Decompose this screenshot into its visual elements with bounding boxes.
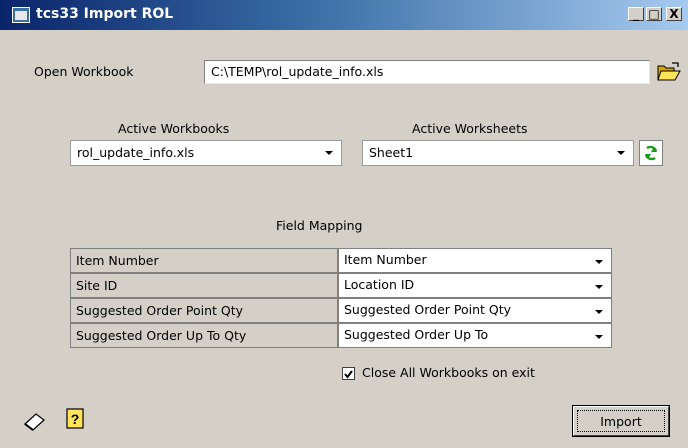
mapping-select-value: Item Number [344,252,427,267]
open-workbook-label: Open Workbook [34,64,134,79]
field-mapping-title: Field Mapping [276,218,363,233]
mapping-row: Suggested Order Point Qty Suggested Orde… [70,298,612,323]
mapping-select-value: Location ID [344,277,415,292]
close-all-checkbox[interactable] [342,367,355,380]
chevron-down-icon[interactable] [591,303,607,319]
active-workbooks-value: rol_update_info.xls [77,145,195,160]
mapping-row: Suggested Order Up To Qty Suggested Orde… [70,323,612,348]
help-icon[interactable]: ? [66,408,84,430]
refresh-icon[interactable] [639,140,663,166]
mapping-field-label: Suggested Order Point Qty [70,298,338,323]
chevron-down-icon[interactable] [591,278,607,294]
chevron-down-icon[interactable] [319,143,339,163]
mapping-select-value: Suggested Order Up To [344,327,489,342]
active-worksheets-label: Active Worksheets [412,121,528,136]
close-button[interactable]: X [666,7,682,21]
mapping-field-label: Suggested Order Up To Qty [70,323,338,348]
minimize-button[interactable]: _ [628,7,644,21]
import-button-label: Import [600,414,642,429]
checkmark-icon [344,370,353,379]
chevron-down-icon[interactable] [611,143,631,163]
active-worksheets-value: Sheet1 [369,145,414,160]
dialog-body: Open Workbook C:\TEMP\rol_update_info.xl… [0,30,688,448]
mapping-select[interactable]: Item Number [338,248,612,273]
window-title: tcs33 Import ROL [36,6,174,22]
mapping-select[interactable]: Location ID [338,273,612,298]
title-bar: tcs33 Import ROL _ □ X [0,0,688,30]
close-all-label[interactable]: Close All Workbooks on exit [362,365,535,380]
maximize-button[interactable]: □ [646,7,662,21]
note-icon[interactable] [22,410,46,432]
mapping-row: Site ID Location ID [70,273,612,298]
active-workbooks-select[interactable]: rol_update_info.xls [70,140,342,166]
mapping-select-value: Suggested Order Point Qty [344,302,512,317]
mapping-select[interactable]: Suggested Order Up To [338,323,612,348]
chevron-down-icon[interactable] [591,253,607,269]
import-button[interactable]: Import [573,406,669,436]
mapping-field-label: Site ID [70,273,338,298]
mapping-select[interactable]: Suggested Order Point Qty [338,298,612,323]
active-workbooks-label: Active Workbooks [118,121,230,136]
mapping-row: Item Number Item Number [70,248,612,273]
svg-text:?: ? [71,411,80,427]
window-icon [12,7,30,23]
active-worksheets-select[interactable]: Sheet1 [362,140,634,166]
chevron-down-icon[interactable] [591,328,607,344]
folder-open-icon[interactable] [656,61,682,83]
mapping-field-label: Item Number [70,248,338,273]
open-workbook-field[interactable]: C:\TEMP\rol_update_info.xls [204,60,650,84]
